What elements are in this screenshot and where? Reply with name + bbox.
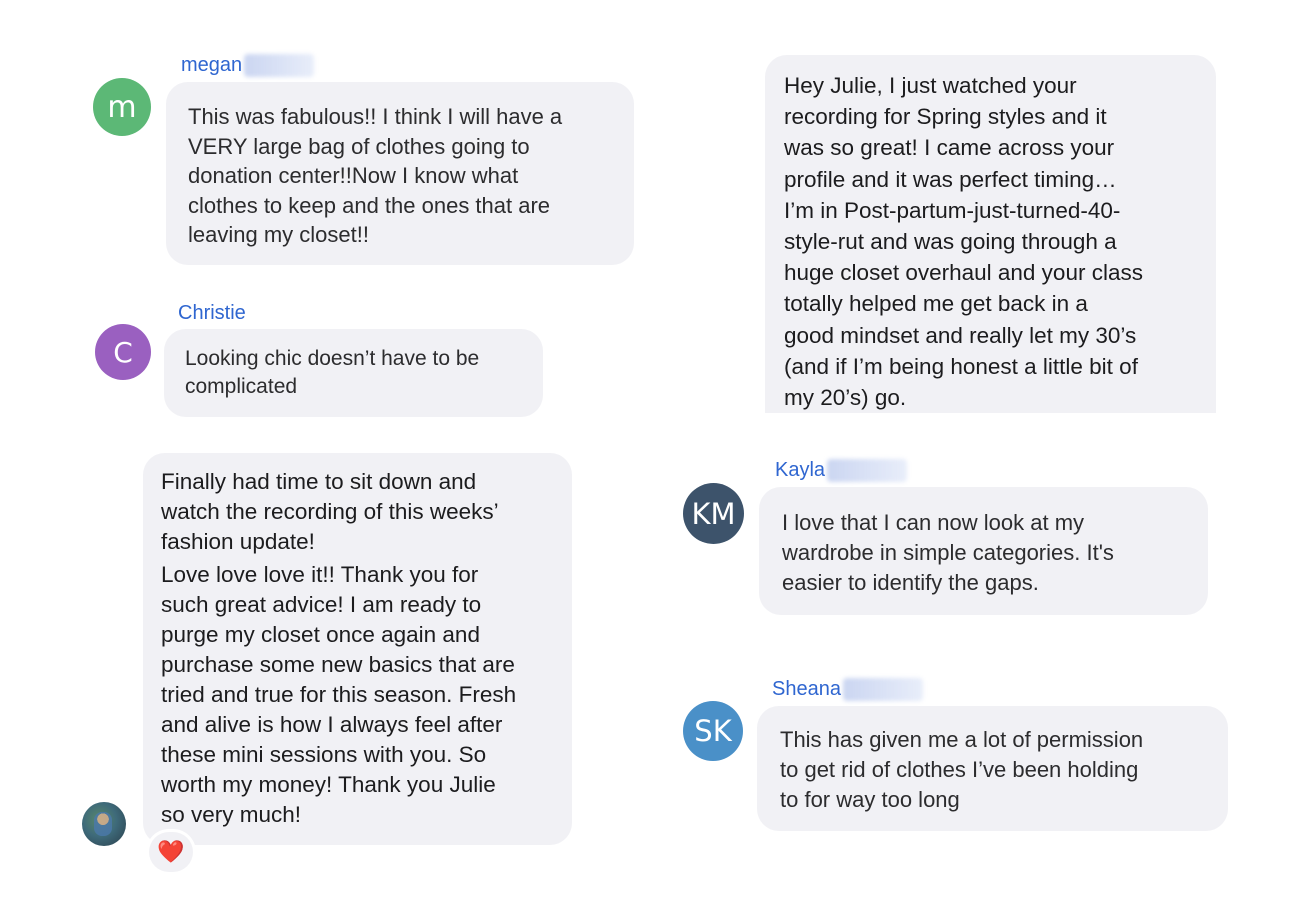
avatar-photo[interactable] (82, 802, 126, 846)
message-bubble[interactable]: This was fabulous!! I think I will have … (166, 82, 634, 265)
message-bubble[interactable]: Looking chic doesn’t have to be complica… (164, 329, 543, 417)
message-paragraph-2: Love love love it!! Thank you for such g… (161, 562, 517, 827)
profile-photo-icon (94, 812, 112, 836)
avatar-initials: m (107, 89, 137, 125)
message-text: This has given me a lot of permission to… (780, 727, 1144, 812)
avatar-initials: C (113, 335, 133, 369)
sender-name-megan[interactable]: meganxxxxxxx (181, 54, 315, 77)
heart-reaction-icon[interactable]: ❤️ (149, 832, 193, 872)
redacted-surname: xxxxxxxx (827, 459, 908, 482)
avatar-sheana[interactable]: SK (683, 701, 743, 761)
message-text: Looking chic doesn’t have to be complica… (185, 347, 480, 398)
redacted-surname: xxxxxxx (244, 54, 315, 77)
message-paragraph-1: Finally had time to sit down and watch t… (161, 469, 499, 554)
avatar-initials: SK (694, 714, 732, 748)
sender-name-kayla[interactable]: Kaylaxxxxxxxx (775, 459, 908, 482)
message-text: This was fabulous!! I think I will have … (188, 104, 563, 247)
message-text: Hey Julie, I just watched your recording… (784, 73, 1143, 411)
message-bubble[interactable]: I love that I can now look at my wardrob… (759, 487, 1208, 615)
message-bubble[interactable]: This has given me a lot of permission to… (757, 706, 1228, 831)
avatar-christie[interactable]: C (95, 324, 151, 380)
sender-name-christie[interactable]: Christie (178, 302, 246, 325)
message-text: I love that I can now look at my wardrob… (782, 510, 1114, 595)
redacted-surname: xxxxxxxx (842, 678, 923, 701)
avatar-megan[interactable]: m (93, 78, 151, 136)
sender-name-sheana[interactable]: Sheanaxxxxxxxx (772, 678, 923, 701)
message-bubble[interactable]: Finally had time to sit down and watch t… (143, 453, 572, 845)
message-bubble[interactable]: Hey Julie, I just watched your recording… (765, 55, 1216, 413)
avatar-kayla[interactable]: KM (683, 483, 744, 544)
avatar-initials: KM (691, 496, 736, 531)
